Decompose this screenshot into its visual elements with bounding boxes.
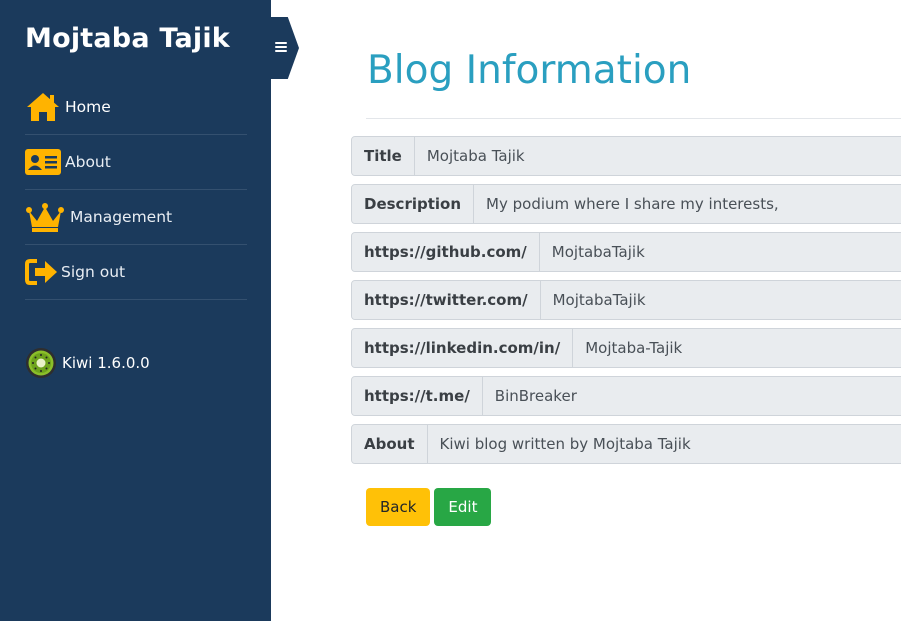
sign-out-icon	[25, 255, 61, 289]
sidebar-nav: Home About Management Sign out	[25, 80, 247, 300]
sidebar-item-label: Sign out	[61, 263, 126, 281]
sidebar-item-label: About	[65, 153, 111, 171]
page-title: Blog Information	[367, 48, 692, 93]
field-label: https://twitter.com/	[352, 281, 541, 319]
field-label: https://github.com/	[352, 233, 540, 271]
version-label: Kiwi 1.6.0.0	[25, 347, 150, 379]
sidebar-item-sign-out[interactable]: Sign out	[25, 245, 247, 300]
field-label: About	[352, 425, 428, 463]
field-value: My podium where I share my interests,	[474, 185, 901, 223]
field-value: Mojtaba-Tajik	[573, 329, 901, 367]
brand-title[interactable]: Mojtaba Tajik	[25, 23, 230, 54]
info-row-about: About Kiwi blog written by Mojtaba Tajik	[351, 424, 901, 464]
blog-info-list: Title Mojtaba Tajik Description My podiu…	[351, 136, 901, 472]
kiwi-logo-icon	[26, 348, 56, 378]
field-value: BinBreaker	[482, 377, 901, 415]
field-label: https://t.me/	[352, 377, 483, 415]
version-text: Kiwi 1.6.0.0	[62, 354, 150, 372]
sidebar-item-about[interactable]: About	[25, 135, 247, 190]
info-row-title: Title Mojtaba Tajik	[351, 136, 901, 176]
info-row-github: https://github.com/ MojtabaTajik	[351, 232, 901, 272]
sidebar-item-label: Home	[65, 98, 111, 116]
field-label: Description	[352, 185, 475, 223]
info-row-twitter: https://twitter.com/ MojtabaTajik	[351, 280, 901, 320]
info-row-telegram: https://t.me/ BinBreaker	[351, 376, 901, 416]
sidebar-item-label: Management	[70, 208, 173, 226]
sidebar: Mojtaba Tajik Home About Management Sign…	[0, 0, 271, 621]
home-icon	[25, 90, 65, 124]
field-value: MojtabaTajik	[539, 233, 901, 271]
field-value: Kiwi blog written by Mojtaba Tajik	[427, 425, 901, 463]
edit-button[interactable]: Edit	[434, 488, 492, 526]
menu-icon[interactable]	[275, 42, 287, 54]
crown-icon	[25, 200, 70, 234]
back-button[interactable]: Back	[366, 488, 431, 526]
sidebar-item-management[interactable]: Management	[25, 190, 247, 245]
title-divider	[366, 118, 901, 119]
field-label: Title	[352, 137, 415, 175]
info-row-description: Description My podium where I share my i…	[351, 184, 901, 224]
action-buttons: Back Edit	[366, 488, 492, 526]
info-row-linkedin: https://linkedin.com/in/ Mojtaba-Tajik	[351, 328, 901, 368]
field-value: Mojtaba Tajik	[414, 137, 901, 175]
id-card-icon	[25, 145, 65, 179]
field-label: https://linkedin.com/in/	[352, 329, 574, 367]
field-value: MojtabaTajik	[540, 281, 901, 319]
sidebar-item-home[interactable]: Home	[25, 80, 247, 135]
